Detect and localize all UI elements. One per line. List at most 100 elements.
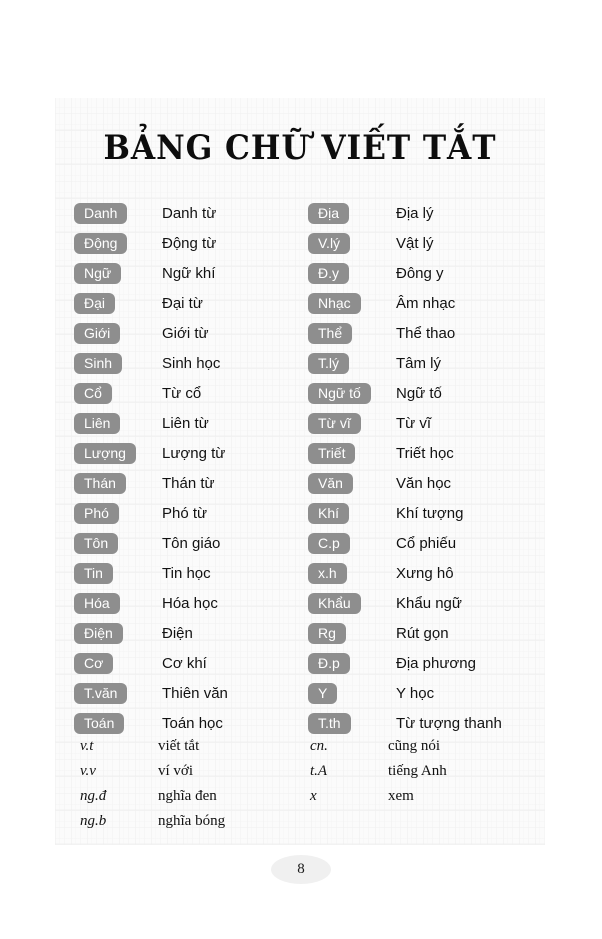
- abbreviation-row: Thể Thể thao: [308, 318, 502, 348]
- abbreviation-row: x.h Xưng hô: [308, 558, 502, 588]
- abbreviation-badge: x.h: [308, 562, 347, 584]
- abbreviation-row: Phó Phó từ: [74, 498, 228, 528]
- badge-slot: Tin: [74, 562, 158, 584]
- abbreviation-row: Đ.y Đông y: [308, 258, 502, 288]
- abbreviation-row: Triết Triết học: [308, 438, 502, 468]
- abbreviation-badge: Sinh: [74, 352, 123, 374]
- abbreviation-definition: Hóa học: [162, 594, 218, 612]
- abbreviation-column-left: Danh Danh từ Động Động từ Ngữ Ngữ khí Đại Đại t…: [74, 198, 228, 738]
- badge-slot: C.p: [308, 532, 392, 554]
- page-number: 8: [271, 855, 331, 884]
- notation-column-left: v.t viết tắt v.v ví với ng.đ nghĩa đen ng.b ngh…: [80, 734, 225, 834]
- abbreviation-row: T.văn Thiên văn: [74, 678, 228, 708]
- abbreviation-badge: Y: [308, 682, 338, 704]
- badge-slot: Đại: [74, 292, 158, 314]
- badge-slot: Toán: [74, 712, 158, 734]
- abbreviation-definition: Danh từ: [162, 204, 217, 222]
- abbreviation-definition: Tâm lý: [396, 354, 441, 372]
- badge-slot: Đ.y: [308, 262, 392, 284]
- abbreviation-badge: Khẩu: [308, 592, 361, 614]
- abbreviation-definition: Địa phương: [396, 654, 476, 672]
- abbreviation-badge: Triết: [308, 442, 356, 464]
- badge-slot: Giới: [74, 322, 158, 344]
- badge-slot: Điện: [74, 622, 158, 644]
- badge-slot: Sinh: [74, 352, 158, 374]
- abbreviation-badge: Từ vĩ: [308, 412, 361, 434]
- abbreviation-row: Rg Rút gọn: [308, 618, 502, 648]
- abbreviation-definition: Giới từ: [162, 324, 209, 342]
- abbreviation-badge: Nhạc: [308, 292, 361, 314]
- badge-slot: Ngữ: [74, 262, 158, 284]
- abbreviation-definition: Y học: [396, 684, 435, 702]
- badge-slot: T.văn: [74, 682, 158, 704]
- abbreviation-badge: Phó: [74, 502, 119, 524]
- badge-slot: Địa: [308, 202, 392, 224]
- abbreviation-badge: Ngữ tố: [308, 382, 371, 404]
- abbreviation-definition: Cổ phiếu: [396, 534, 457, 552]
- abbreviation-row: Cơ Cơ khí: [74, 648, 228, 678]
- notation-row: v.t viết tắt: [80, 734, 225, 759]
- abbreviation-badge: T.th: [308, 712, 351, 734]
- abbreviation-row: C.p Cổ phiếu: [308, 528, 502, 558]
- abbreviation-row: Khẩu Khẩu ngữ: [308, 588, 502, 618]
- page-sheet: BẢNG CHỮ VIẾT TẮT Danh Danh từ Động Động từ…: [55, 98, 545, 845]
- notation-definition: ví với: [158, 763, 194, 779]
- abbreviation-row: Lượng Lượng từ: [74, 438, 228, 468]
- badge-slot: Danh: [74, 202, 158, 224]
- abbreviation-definition: Vật lý: [396, 234, 434, 252]
- badge-slot: Cổ: [74, 382, 158, 404]
- notation-definition: xem: [388, 788, 414, 804]
- abbreviation-row: Danh Danh từ: [74, 198, 228, 228]
- abbreviation-row: Thán Thán từ: [74, 468, 228, 498]
- badge-slot: Triết: [308, 442, 392, 464]
- badge-slot: V.lý: [308, 232, 392, 254]
- badge-slot: Từ vĩ: [308, 412, 392, 434]
- abbreviation-row: Y Y học: [308, 678, 502, 708]
- abbreviation-row: Điện Điện: [74, 618, 228, 648]
- abbreviation-definition: Sinh học: [162, 354, 221, 372]
- badge-slot: T.lý: [308, 352, 392, 374]
- abbreviation-row: Đại Đại từ: [74, 288, 228, 318]
- badge-slot: Tôn: [74, 532, 158, 554]
- abbreviation-row: Sinh Sinh học: [74, 348, 228, 378]
- abbreviation-definition: Tôn giáo: [162, 534, 221, 552]
- abbreviation-row: Liên Liên từ: [74, 408, 228, 438]
- abbreviation-row: Ngữ tố Ngữ tố: [308, 378, 502, 408]
- abbreviation-definition: Liên từ: [162, 414, 209, 432]
- badge-slot: Động: [74, 232, 158, 254]
- notation-definition: nghĩa bóng: [158, 813, 226, 829]
- abbreviation-row: T.lý Tâm lý: [308, 348, 502, 378]
- notation-abbr: t.A: [310, 763, 328, 779]
- abbreviation-badge: Đ.p: [308, 652, 350, 674]
- notation-row: v.v ví với: [80, 759, 225, 784]
- badge-slot: Thể: [308, 322, 392, 344]
- abbreviation-badge: V.lý: [308, 232, 351, 254]
- abbreviation-badge: Ngữ: [74, 262, 122, 284]
- badge-slot: Liên: [74, 412, 158, 434]
- abbreviation-badge: T.văn: [74, 682, 128, 704]
- badge-slot: Phó: [74, 502, 158, 524]
- abbreviation-badge: Cổ: [74, 382, 112, 404]
- abbreviation-badge: Tin: [74, 562, 113, 584]
- abbreviation-definition: Ngữ khí: [162, 264, 216, 282]
- badge-slot: Rg: [308, 622, 392, 644]
- abbreviation-badge: Địa: [308, 202, 350, 224]
- abbreviation-definition: Từ vĩ: [396, 414, 432, 432]
- badge-slot: Khẩu: [308, 592, 392, 614]
- notation-abbr: ng.b: [80, 813, 107, 829]
- abbreviation-definition: Từ cổ: [162, 384, 202, 402]
- badge-slot: Đ.p: [308, 652, 392, 674]
- abbreviation-definition: Tin học: [162, 564, 211, 582]
- abbreviation-badge: Văn: [308, 472, 353, 494]
- abbreviation-badge: Khí: [308, 502, 350, 524]
- abbreviation-definition: Lượng từ: [162, 444, 226, 462]
- abbreviation-row: Văn Văn học: [308, 468, 502, 498]
- abbreviation-definition: Thán từ: [162, 474, 215, 492]
- abbreviation-definition: Ngữ tố: [396, 384, 442, 402]
- abbreviation-row: Cổ Từ cổ: [74, 378, 228, 408]
- notation-abbr: x: [310, 788, 317, 804]
- notation-abbr: ng.đ: [80, 788, 107, 804]
- abbreviation-definition: Từ tượng thanh: [396, 714, 502, 732]
- abbreviation-definition: Âm nhạc: [396, 294, 456, 312]
- badge-slot: T.th: [308, 712, 392, 734]
